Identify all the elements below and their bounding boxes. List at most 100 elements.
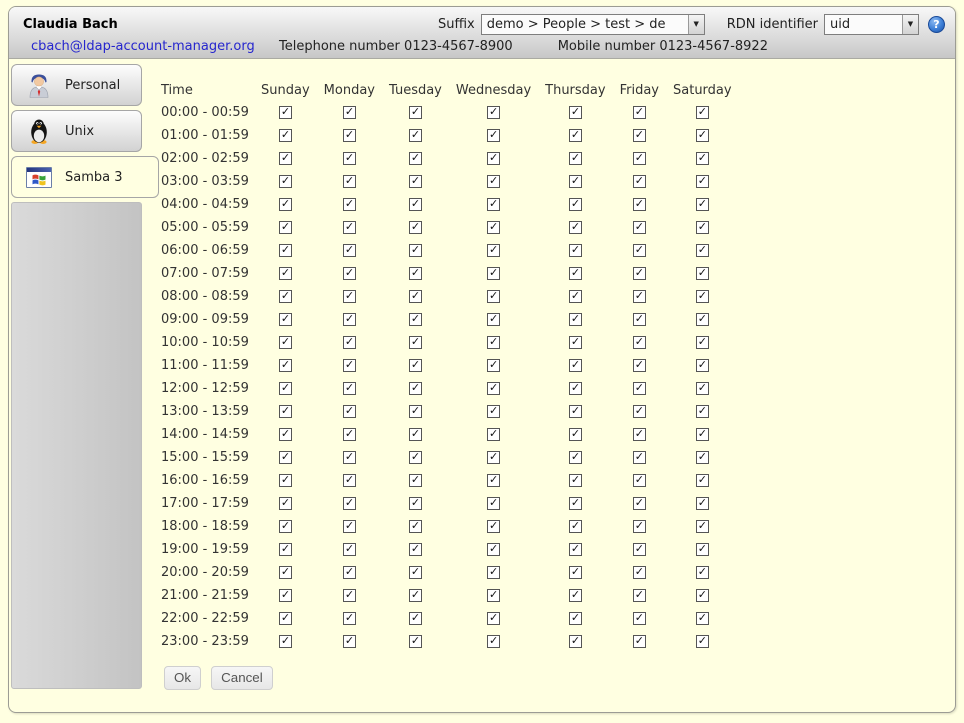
hour-checkbox[interactable] (569, 244, 582, 257)
hour-checkbox[interactable] (487, 313, 500, 326)
hour-checkbox[interactable] (343, 635, 356, 648)
hour-checkbox[interactable] (487, 221, 500, 234)
hour-checkbox[interactable] (487, 106, 500, 119)
hour-checkbox[interactable] (633, 152, 646, 165)
hour-checkbox[interactable] (409, 474, 422, 487)
hour-checkbox[interactable] (279, 152, 292, 165)
hour-checkbox[interactable] (569, 290, 582, 303)
hour-checkbox[interactable] (633, 428, 646, 441)
hour-checkbox[interactable] (696, 129, 709, 142)
hour-checkbox[interactable] (343, 198, 356, 211)
hour-checkbox[interactable] (696, 589, 709, 602)
hour-checkbox[interactable] (409, 428, 422, 441)
hour-checkbox[interactable] (279, 612, 292, 625)
hour-checkbox[interactable] (696, 313, 709, 326)
hour-checkbox[interactable] (487, 382, 500, 395)
hour-checkbox[interactable] (633, 290, 646, 303)
hour-checkbox[interactable] (633, 267, 646, 280)
hour-checkbox[interactable] (343, 336, 356, 349)
help-icon[interactable]: ? (928, 16, 945, 33)
hour-checkbox[interactable] (343, 129, 356, 142)
hour-checkbox[interactable] (409, 336, 422, 349)
hour-checkbox[interactable] (696, 428, 709, 441)
hour-checkbox[interactable] (279, 198, 292, 211)
hour-checkbox[interactable] (487, 520, 500, 533)
hour-checkbox[interactable] (487, 474, 500, 487)
hour-checkbox[interactable] (569, 198, 582, 211)
hour-checkbox[interactable] (487, 175, 500, 188)
hour-checkbox[interactable] (569, 359, 582, 372)
hour-checkbox[interactable] (569, 221, 582, 234)
hour-checkbox[interactable] (487, 198, 500, 211)
hour-checkbox[interactable] (696, 405, 709, 418)
hour-checkbox[interactable] (569, 405, 582, 418)
hour-checkbox[interactable] (487, 428, 500, 441)
hour-checkbox[interactable] (487, 336, 500, 349)
hour-checkbox[interactable] (569, 543, 582, 556)
chevron-down-icon[interactable] (688, 15, 704, 34)
hour-checkbox[interactable] (696, 474, 709, 487)
hour-checkbox[interactable] (343, 520, 356, 533)
hour-checkbox[interactable] (343, 497, 356, 510)
hour-checkbox[interactable] (279, 175, 292, 188)
chevron-down-icon[interactable] (902, 15, 918, 34)
hour-checkbox[interactable] (279, 451, 292, 464)
hour-checkbox[interactable] (279, 106, 292, 119)
tab-personal[interactable]: Personal (11, 64, 142, 106)
hour-checkbox[interactable] (633, 474, 646, 487)
hour-checkbox[interactable] (487, 290, 500, 303)
hour-checkbox[interactable] (279, 635, 292, 648)
hour-checkbox[interactable] (569, 129, 582, 142)
hour-checkbox[interactable] (696, 175, 709, 188)
hour-checkbox[interactable] (487, 589, 500, 602)
hour-checkbox[interactable] (279, 474, 292, 487)
hour-checkbox[interactable] (343, 589, 356, 602)
hour-checkbox[interactable] (343, 428, 356, 441)
hour-checkbox[interactable] (279, 520, 292, 533)
hour-checkbox[interactable] (279, 589, 292, 602)
hour-checkbox[interactable] (633, 382, 646, 395)
hour-checkbox[interactable] (633, 543, 646, 556)
hour-checkbox[interactable] (279, 290, 292, 303)
hour-checkbox[interactable] (633, 635, 646, 648)
hour-checkbox[interactable] (569, 336, 582, 349)
hour-checkbox[interactable] (487, 497, 500, 510)
hour-checkbox[interactable] (409, 359, 422, 372)
hour-checkbox[interactable] (409, 175, 422, 188)
hour-checkbox[interactable] (696, 221, 709, 234)
hour-checkbox[interactable] (487, 129, 500, 142)
hour-checkbox[interactable] (569, 497, 582, 510)
hour-checkbox[interactable] (343, 267, 356, 280)
ok-button[interactable]: Ok (164, 666, 201, 690)
hour-checkbox[interactable] (409, 612, 422, 625)
hour-checkbox[interactable] (569, 106, 582, 119)
hour-checkbox[interactable] (569, 267, 582, 280)
hour-checkbox[interactable] (569, 612, 582, 625)
hour-checkbox[interactable] (279, 313, 292, 326)
hour-checkbox[interactable] (633, 451, 646, 464)
hour-checkbox[interactable] (409, 543, 422, 556)
email-link[interactable]: cbach@ldap-account-manager.org (31, 39, 279, 54)
hour-checkbox[interactable] (487, 566, 500, 579)
hour-checkbox[interactable] (569, 635, 582, 648)
hour-checkbox[interactable] (696, 382, 709, 395)
hour-checkbox[interactable] (487, 543, 500, 556)
hour-checkbox[interactable] (409, 290, 422, 303)
hour-checkbox[interactable] (343, 175, 356, 188)
hour-checkbox[interactable] (696, 635, 709, 648)
hour-checkbox[interactable] (487, 405, 500, 418)
tab-samba3[interactable]: Samba 3 (11, 156, 159, 198)
hour-checkbox[interactable] (633, 336, 646, 349)
hour-checkbox[interactable] (633, 244, 646, 257)
hour-checkbox[interactable] (279, 428, 292, 441)
hour-checkbox[interactable] (279, 336, 292, 349)
hour-checkbox[interactable] (279, 566, 292, 579)
hour-checkbox[interactable] (409, 520, 422, 533)
tab-unix[interactable]: Unix (11, 110, 142, 152)
hour-checkbox[interactable] (633, 589, 646, 602)
hour-checkbox[interactable] (569, 451, 582, 464)
hour-checkbox[interactable] (633, 106, 646, 119)
hour-checkbox[interactable] (409, 635, 422, 648)
hour-checkbox[interactable] (569, 589, 582, 602)
hour-checkbox[interactable] (409, 451, 422, 464)
